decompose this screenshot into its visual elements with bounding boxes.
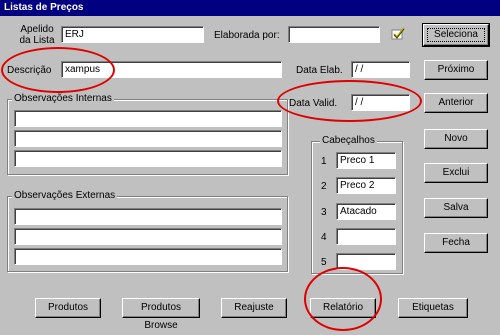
- elaborada-field[interactable]: [288, 26, 380, 43]
- reajuste-button[interactable]: Reajuste: [221, 298, 287, 318]
- anterior-button[interactable]: Anterior: [424, 93, 488, 113]
- cabecalhos-title: Cabeçalhos: [320, 135, 377, 146]
- cabecalho-num-2: 2: [321, 181, 327, 192]
- apelido-label: Apelido da Lista: [16, 24, 58, 46]
- descricao-field[interactable]: xampus: [61, 61, 282, 78]
- apelido-field[interactable]: ERJ: [61, 26, 204, 43]
- obs-externas-line-3[interactable]: [14, 248, 282, 265]
- produtos-browse-button[interactable]: Produtos Browse: [122, 298, 200, 331]
- obs-externas-line-2[interactable]: [14, 228, 282, 245]
- cabecalho-num-3: 3: [321, 207, 327, 218]
- data-elab-field[interactable]: / /: [351, 61, 410, 78]
- novo-button[interactable]: Novo: [424, 129, 488, 149]
- checkmark-icon[interactable]: [391, 26, 405, 40]
- obs-internas-title: Observações Internas: [12, 93, 114, 104]
- elaborada-label: Elaborada por:: [214, 30, 280, 41]
- salva-button[interactable]: Salva: [424, 198, 488, 218]
- proximo-button[interactable]: Próximo: [424, 60, 488, 80]
- seleciona-button[interactable]: Seleciona: [422, 23, 490, 47]
- cabecalho-field-2[interactable]: Preco 2: [336, 177, 396, 194]
- data-valid-label: Data Valid.: [289, 98, 338, 109]
- data-valid-field[interactable]: / /: [351, 94, 410, 111]
- obs-internas-line-1[interactable]: [14, 110, 282, 127]
- apelido-label-line2: da Lista: [19, 35, 55, 46]
- produtos-button[interactable]: Produtos: [35, 298, 101, 318]
- obs-externas-title: Observações Externas: [12, 190, 118, 201]
- etiquetas-button[interactable]: Etiquetas: [398, 298, 468, 318]
- obs-externas-line-1[interactable]: [14, 208, 282, 225]
- window-title: Listas de Preços: [0, 0, 500, 16]
- descricao-label: Descrição: [7, 65, 52, 76]
- fecha-button[interactable]: Fecha: [424, 233, 488, 253]
- cabecalho-field-5[interactable]: [336, 253, 396, 270]
- price-list-window: Listas de Preços Apelido da Lista ERJ El…: [0, 0, 500, 332]
- cabecalho-num-1: 1: [321, 156, 327, 167]
- apelido-label-line1: Apelido: [20, 24, 54, 35]
- focus-rect: [427, 28, 485, 42]
- cabecalho-field-1[interactable]: Preco 1: [336, 152, 396, 169]
- cabecalho-field-3[interactable]: Atacado: [336, 203, 396, 220]
- cabecalho-num-5: 5: [321, 257, 327, 268]
- obs-internas-line-3[interactable]: [14, 150, 282, 167]
- cabecalho-field-4[interactable]: [336, 228, 396, 245]
- cabecalho-num-4: 4: [321, 232, 327, 243]
- relatorio-button[interactable]: Relatório: [310, 298, 376, 318]
- data-elab-label: Data Elab.: [296, 65, 343, 76]
- obs-internas-line-2[interactable]: [14, 130, 282, 147]
- exclui-button[interactable]: Exclui: [424, 163, 488, 183]
